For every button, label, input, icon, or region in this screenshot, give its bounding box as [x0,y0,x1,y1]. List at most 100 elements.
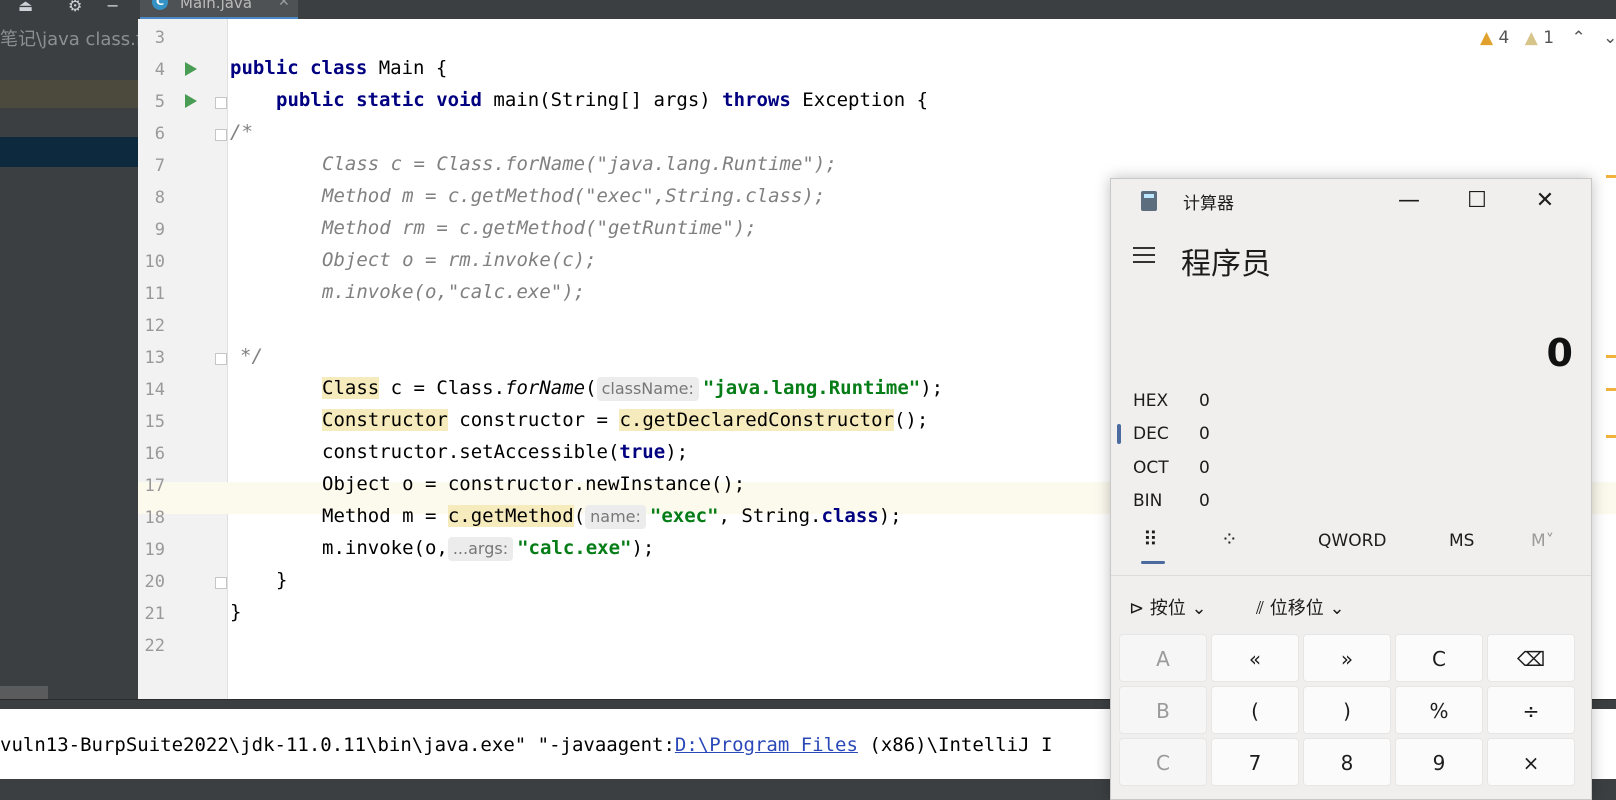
console-command-line: vuln13-BurpSuite2022\jdk-11.0.11\bin\jav… [0,734,1053,756]
shift-icon: ⫽ [1256,598,1270,619]
bitshift-dropdown[interactable]: ⫽ 位移位 ⌄ [1256,594,1345,620]
error-stripe-mark[interactable] [1606,388,1616,391]
base-dec[interactable]: DEC 0 [1133,424,1210,444]
base-bin[interactable]: BIN 0 [1133,491,1210,511]
calculator-display: 0 [1546,331,1573,375]
close-button[interactable]: ✕ [1515,181,1575,221]
line-number: 10 [144,252,165,272]
project-row-selected[interactable] [0,137,138,167]
code-line-7[interactable]: Class c = Class.forName("java.lang.Runti… [322,148,837,180]
key-a[interactable]: A [1119,634,1207,682]
memory-dropdown-button[interactable]: M˅ [1531,531,1554,551]
line-number: 8 [154,188,165,208]
gear-icon[interactable]: ⚙ [68,0,82,15]
hamburger-menu-icon[interactable] [1133,247,1155,263]
calculator-app-icon [1141,191,1157,211]
code-line-4[interactable]: public class Main { [230,52,447,84]
code-line-11[interactable]: m.invoke(o,"calc.exe"); [322,276,585,308]
line-number: 22 [144,636,165,656]
close-icon[interactable]: ✕ [278,0,290,10]
window-title: 计算器 [1183,194,1234,214]
code-line-10[interactable]: Object o = rm.invoke(c); [322,244,597,276]
memory-store-button[interactable]: MS [1449,531,1474,551]
weak-warning-icon: ▲ [1524,28,1538,48]
fold-icon[interactable] [215,129,227,141]
line-number: 18 [144,508,165,528]
code-line-8[interactable]: Method m = c.getMethod("exec",String.cla… [322,180,825,212]
error-stripe-mark[interactable] [1606,355,1616,358]
code-line-16[interactable]: constructor.setAccessible(true); [322,436,688,468]
line-number: 7 [154,156,165,176]
collapse-icon[interactable]: ⏏ [18,0,33,15]
active-tab-indicator [1141,561,1165,564]
chevron-down-icon[interactable]: ⌄ [1603,28,1616,48]
fold-icon[interactable] [215,97,227,109]
base-oct[interactable]: OCT 0 [1133,458,1210,478]
key-divide[interactable]: ÷ [1487,686,1575,734]
line-number: 3 [154,28,165,48]
minimize-icon[interactable]: − [106,0,119,15]
key-b[interactable]: B [1119,686,1207,734]
line-number: 6 [154,124,165,144]
calculator-mode-title: 程序员 [1181,247,1271,282]
code-line-9[interactable]: Method rm = c.getMethod("getRuntime"); [322,212,757,244]
code-line-14[interactable]: Class c = Class.forName(className: "java.… [322,372,943,404]
full-keypad-icon[interactable]: ⠿ [1143,527,1158,551]
line-number: 21 [144,604,165,624]
base-hex[interactable]: HEX 0 [1133,391,1210,411]
chevron-up-icon[interactable]: ⌃ [1571,28,1585,48]
param-hint: name: [585,505,646,529]
code-line-5[interactable]: public static void main(String[] args) t… [276,84,928,116]
code-line-17[interactable]: Object o = constructor.newInstance(); [322,468,745,500]
java-class-icon: C [152,0,168,10]
error-stripe-mark[interactable] [1606,175,1616,178]
line-number: 15 [144,412,165,432]
project-path: 笔记\java class.fo [0,29,138,50]
word-size-button[interactable]: QWORD [1318,531,1386,551]
project-panel: 笔记\java class.fo [0,19,138,699]
key-percent[interactable]: % [1395,686,1483,734]
line-number: 17 [144,476,165,496]
code-line-19[interactable]: m.invoke(o, ...args: "calc.exe"); [322,532,654,564]
code-line-6[interactable]: /* [230,116,253,148]
selected-base-indicator [1117,424,1121,444]
console-path-link[interactable]: D:\Program Files [675,734,858,756]
minimize-button[interactable]: — [1379,181,1439,221]
tab-main-java[interactable]: C Main.java ✕ [140,0,298,19]
key-backspace[interactable]: ⌫ [1487,634,1575,682]
bit-toggle-keypad-icon[interactable]: ⁘ [1221,527,1238,551]
key-open-paren[interactable]: ( [1211,686,1299,734]
tab-label: Main.java [180,0,253,12]
line-number: 20 [144,572,165,592]
inspection-widget[interactable]: ▲ 4 ▲ 1 ⌃ ⌄ [1480,28,1616,48]
calculator-window[interactable]: 计算器 — ☐ ✕ 程序员 0 HEX 0 DEC 0 OCT 0 BIN 0 ⠿ ⁘ … [1110,178,1592,800]
line-number: 13 [144,348,165,368]
scrollbar[interactable] [0,686,48,699]
bitwise-dropdown[interactable]: ⊳ 按位 ⌄ [1129,594,1207,620]
key-close-paren[interactable]: ) [1303,686,1391,734]
code-line-20[interactable]: } [276,564,287,596]
line-number: 5 [154,92,165,112]
error-stripe-mark[interactable] [1606,435,1616,438]
line-number: 11 [144,284,165,304]
warning-count: 4 [1498,28,1510,48]
line-number: 16 [144,444,165,464]
code-line-15[interactable]: Constructor constructor = c.getDeclaredC… [322,404,928,436]
editor-tab-bar: ⏏ ⚙ − C Main.java ✕ [0,0,1616,19]
warning-icon: ▲ [1480,28,1494,48]
maximize-button[interactable]: ☐ [1447,181,1507,221]
weak-warning-count: 1 [1543,28,1555,48]
line-number: 14 [144,380,165,400]
key-clear[interactable]: C [1395,634,1483,682]
code-line-21[interactable]: } [230,596,241,628]
code-line-13[interactable]: */ [240,340,263,372]
line-number: 4 [154,60,165,80]
run-icon[interactable] [185,62,197,76]
fold-icon[interactable] [215,353,227,365]
fold-icon[interactable] [215,577,227,589]
key-left-shift[interactable]: « [1211,634,1299,682]
run-icon[interactable] [185,94,197,108]
code-line-18[interactable]: Method m = c.getMethod(name: "exec", Stri… [322,500,902,532]
key-right-shift[interactable]: » [1303,634,1391,682]
project-row-highlight[interactable] [0,80,138,108]
